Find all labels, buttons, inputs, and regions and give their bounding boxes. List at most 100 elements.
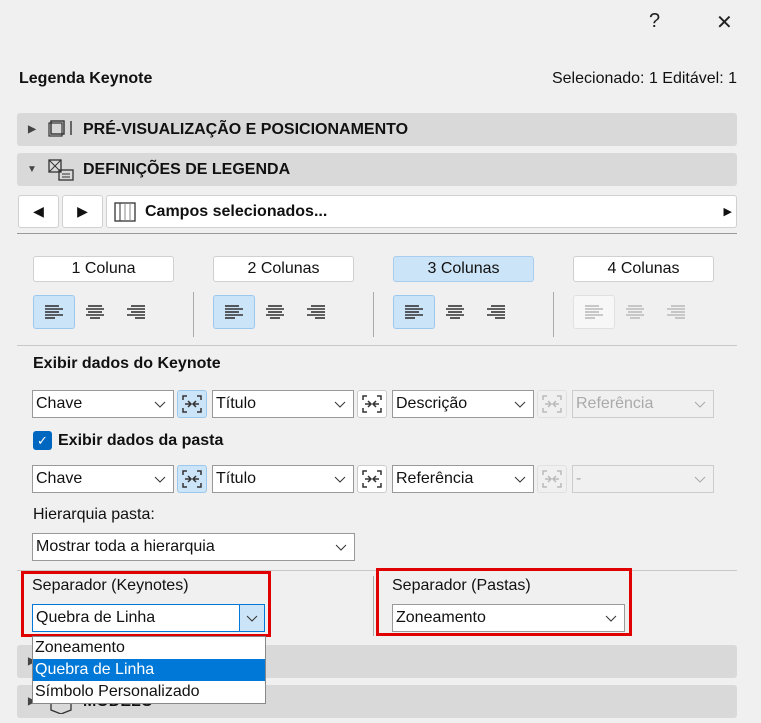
keynote-field-3-dropdown[interactable]: Descrição bbox=[392, 390, 534, 418]
four-columns-button[interactable]: 4 Colunas bbox=[573, 256, 714, 282]
align-right-icon bbox=[667, 305, 685, 319]
field-value: Título bbox=[216, 395, 257, 412]
three-columns-button[interactable]: 3 Colunas bbox=[393, 256, 534, 282]
join-arrows-icon bbox=[542, 395, 562, 413]
close-button[interactable]: ✕ bbox=[716, 10, 733, 35]
join-arrows-icon bbox=[362, 395, 382, 413]
folder-data-label: Exibir dados da pasta bbox=[58, 432, 224, 449]
keynote-separator-label: Separador (Keynotes) bbox=[32, 577, 189, 594]
one-column-button[interactable]: 1 Coluna bbox=[33, 256, 174, 282]
chevron-down-icon bbox=[694, 401, 706, 408]
collapse-icon: ▼ bbox=[27, 164, 37, 175]
expand-right-icon: ▶ bbox=[723, 206, 732, 218]
align-left-icon bbox=[585, 305, 603, 319]
field-value: Título bbox=[216, 470, 257, 487]
folder-field-3-dropdown[interactable]: Referência bbox=[392, 465, 534, 493]
folder-separator-value: Zoneamento bbox=[396, 609, 486, 626]
chevron-down-icon bbox=[694, 476, 706, 483]
section-preview[interactable]: ▶ PRÉ-VISUALIZAÇÃO E POSICIONAMENTO bbox=[17, 113, 737, 146]
expand-icon: ▶ bbox=[28, 124, 36, 135]
align-left-icon bbox=[405, 305, 423, 319]
fields-selector[interactable]: Campos selecionados... ▶ bbox=[106, 195, 737, 228]
folder-field-1-dropdown[interactable]: Chave bbox=[32, 465, 174, 493]
align-left-button[interactable] bbox=[33, 295, 75, 329]
folder-data-checkbox[interactable]: ✓ bbox=[33, 431, 52, 450]
keynote-field-4-dropdown[interactable]: Referência bbox=[572, 390, 714, 418]
preview-position-icon bbox=[48, 119, 72, 137]
folder-separator-label: Separador (Pastas) bbox=[392, 577, 531, 594]
chevron-down-icon bbox=[154, 476, 166, 483]
align-center-icon bbox=[446, 305, 464, 319]
hierarchy-dropdown[interactable]: Mostrar toda a hierarquia bbox=[32, 533, 355, 561]
join-fields-toggle[interactable] bbox=[537, 390, 567, 418]
align-right-button[interactable] bbox=[655, 295, 697, 329]
folder-field-2-dropdown[interactable]: Título bbox=[212, 465, 354, 493]
folder-field-4-dropdown[interactable]: - bbox=[572, 465, 714, 493]
join-fields-toggle[interactable] bbox=[357, 390, 387, 418]
align-right-icon bbox=[307, 305, 325, 319]
separator-options-list[interactable]: Zoneamento Quebra de Linha Símbolo Perso… bbox=[32, 636, 266, 704]
legend-settings-icon bbox=[48, 158, 74, 181]
chevron-down-icon bbox=[334, 476, 346, 483]
align-left-icon bbox=[45, 305, 63, 319]
join-arrows-icon bbox=[362, 470, 382, 488]
keynote-separator-value: Quebra de Linha bbox=[36, 609, 156, 626]
align-right-icon bbox=[487, 305, 505, 319]
align-right-icon bbox=[127, 305, 145, 319]
field-value: Chave bbox=[36, 470, 83, 487]
keynote-data-heading: Exibir dados do Keynote bbox=[33, 355, 221, 372]
chevron-down-icon bbox=[514, 401, 526, 408]
columns-icon bbox=[114, 201, 136, 222]
help-button[interactable]: ? bbox=[649, 10, 660, 33]
align-center-icon bbox=[86, 305, 104, 319]
chevron-down-icon bbox=[246, 615, 258, 622]
hierarchy-value: Mostrar toda a hierarquia bbox=[36, 538, 215, 555]
join-fields-toggle[interactable] bbox=[177, 465, 207, 493]
hierarchy-label: Hierarquia pasta: bbox=[33, 506, 155, 523]
join-arrows-icon bbox=[182, 470, 202, 488]
join-fields-toggle[interactable] bbox=[177, 390, 207, 418]
dialog-title: Legenda Keynote bbox=[19, 70, 153, 87]
field-value: - bbox=[576, 470, 582, 487]
keynote-separator-dropdown[interactable]: Quebra de Linha bbox=[32, 604, 265, 632]
section-settings[interactable]: ▼ DEFINIÇÕES DE LEGENDA bbox=[17, 153, 737, 186]
align-center-button[interactable] bbox=[434, 295, 476, 329]
join-fields-toggle[interactable] bbox=[537, 465, 567, 493]
align-left-icon bbox=[225, 305, 243, 319]
align-center-button[interactable] bbox=[74, 295, 116, 329]
align-left-button[interactable] bbox=[573, 295, 615, 329]
option-zoneamento[interactable]: Zoneamento bbox=[33, 637, 265, 659]
align-center-button[interactable] bbox=[254, 295, 296, 329]
align-left-button[interactable] bbox=[393, 295, 435, 329]
chevron-down-icon bbox=[514, 476, 526, 483]
align-left-button[interactable] bbox=[213, 295, 255, 329]
keynote-field-2-dropdown[interactable]: Título bbox=[212, 390, 354, 418]
right-arrow-icon: ▶ bbox=[77, 203, 88, 219]
option-quebra-de-linha[interactable]: Quebra de Linha bbox=[33, 659, 265, 681]
fields-label: Campos selecionados... bbox=[145, 202, 328, 220]
align-center-button[interactable] bbox=[614, 295, 656, 329]
align-right-button[interactable] bbox=[295, 295, 337, 329]
align-center-icon bbox=[266, 305, 284, 319]
chevron-down-icon bbox=[154, 401, 166, 408]
join-arrows-icon bbox=[542, 470, 562, 488]
dropdown-button[interactable] bbox=[239, 605, 264, 631]
two-columns-button[interactable]: 2 Colunas bbox=[213, 256, 354, 282]
next-button[interactable]: ▶ bbox=[62, 195, 103, 228]
field-value: Chave bbox=[36, 395, 83, 412]
join-arrows-icon bbox=[182, 395, 202, 413]
option-simbolo-personalizado[interactable]: Símbolo Personalizado bbox=[33, 681, 265, 703]
align-right-button[interactable] bbox=[115, 295, 157, 329]
chevron-down-icon bbox=[334, 401, 346, 408]
chevron-down-icon bbox=[335, 544, 347, 551]
align-center-icon bbox=[626, 305, 644, 319]
join-fields-toggle[interactable] bbox=[357, 465, 387, 493]
keynote-field-1-dropdown[interactable]: Chave bbox=[32, 390, 174, 418]
chevron-down-icon bbox=[605, 615, 617, 622]
folder-separator-dropdown[interactable]: Zoneamento bbox=[392, 604, 625, 632]
field-value: Referência bbox=[576, 395, 654, 412]
prev-button[interactable]: ◀ bbox=[18, 195, 59, 228]
selection-status: Selecionado: 1 Editável: 1 bbox=[551, 70, 737, 87]
align-right-button[interactable] bbox=[475, 295, 517, 329]
field-value: Referência bbox=[396, 470, 474, 487]
